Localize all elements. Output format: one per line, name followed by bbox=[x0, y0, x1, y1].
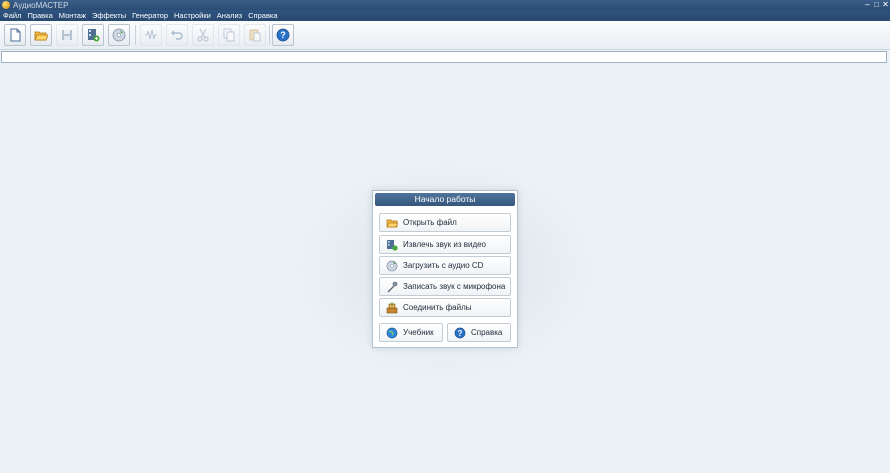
film-extract-icon bbox=[88, 29, 100, 42]
help-icon: ? bbox=[276, 28, 290, 42]
menu-effects[interactable]: Эффекты bbox=[89, 10, 129, 21]
minimize-icon[interactable]: – bbox=[863, 0, 872, 10]
menu-bar: Файл Правка Монтаж Эффекты Генератор Нас… bbox=[0, 10, 890, 21]
new-file-button[interactable] bbox=[4, 24, 26, 46]
save-button[interactable] bbox=[56, 24, 78, 46]
globe-icon bbox=[386, 327, 398, 338]
dialog-title: Начало работы bbox=[375, 193, 515, 206]
menu-edit[interactable]: Правка bbox=[24, 10, 55, 21]
extract-audio-button[interactable] bbox=[82, 24, 104, 46]
folder-icon bbox=[386, 219, 398, 227]
menu-generator[interactable]: Генератор bbox=[129, 10, 171, 21]
toolbar: ? bbox=[0, 21, 890, 50]
undo-icon bbox=[171, 30, 183, 40]
close-icon[interactable]: ✕ bbox=[881, 0, 890, 10]
menu-analysis[interactable]: Анализ bbox=[214, 10, 245, 21]
extract-from-video-button[interactable]: Извлечь звук из видео bbox=[379, 235, 511, 254]
window-title: АудиоМАСТЕР bbox=[13, 0, 69, 10]
microphone-icon bbox=[387, 281, 398, 292]
svg-text:?: ? bbox=[458, 328, 463, 337]
record-microphone-button[interactable]: Записать звук с микрофона bbox=[379, 277, 511, 296]
cut-button[interactable] bbox=[192, 24, 214, 46]
menu-file[interactable]: Файл bbox=[0, 10, 24, 21]
tutorial-button[interactable]: Учебник bbox=[379, 323, 443, 342]
scissors-icon bbox=[197, 28, 209, 42]
help-button[interactable]: ? bbox=[272, 24, 294, 46]
paste-icon bbox=[249, 29, 261, 42]
join-files-icon bbox=[386, 302, 398, 313]
load-audio-cd-button[interactable]: Загрузить с аудио CD bbox=[379, 256, 511, 275]
menu-settings[interactable]: Настройки bbox=[171, 10, 214, 21]
join-files-label: Соединить файлы bbox=[403, 303, 472, 312]
help-dialog-button[interactable]: ? Справка bbox=[447, 323, 511, 342]
menu-help[interactable]: Справка bbox=[245, 10, 280, 21]
load-audio-cd-label: Загрузить с аудио CD bbox=[403, 261, 484, 270]
cd-icon bbox=[112, 28, 126, 42]
toolbar-separator bbox=[135, 25, 136, 45]
copy-icon bbox=[223, 28, 235, 42]
start-dialog: Начало работы Открыть файл Извлечь звук … bbox=[372, 190, 518, 348]
undo-button[interactable] bbox=[166, 24, 188, 46]
record-microphone-label: Записать звук с микрофона bbox=[403, 282, 506, 291]
help-icon: ? bbox=[454, 327, 466, 338]
timeline-strip bbox=[1, 51, 887, 63]
extract-from-video-label: Извлечь звук из видео bbox=[403, 240, 487, 249]
open-file-button[interactable]: Открыть файл bbox=[379, 213, 511, 232]
save-icon bbox=[62, 30, 72, 40]
film-extract-icon bbox=[387, 239, 398, 251]
open-file-label: Открыть файл bbox=[403, 218, 457, 227]
new-document-icon bbox=[10, 28, 21, 42]
app-logo-icon bbox=[2, 1, 10, 9]
maximize-icon[interactable]: □ bbox=[872, 0, 881, 10]
copy-button[interactable] bbox=[218, 24, 240, 46]
menu-montage[interactable]: Монтаж bbox=[56, 10, 89, 21]
open-file-button[interactable] bbox=[30, 24, 52, 46]
title-bar: АудиоМАСТЕР – □ ✕ bbox=[0, 0, 890, 10]
join-files-button[interactable]: Соединить файлы bbox=[379, 298, 511, 317]
cd-icon bbox=[386, 260, 398, 271]
waveform-icon bbox=[145, 29, 157, 40]
tutorial-label: Учебник bbox=[403, 328, 434, 337]
help-label: Справка bbox=[471, 328, 503, 337]
record-button[interactable] bbox=[140, 24, 162, 46]
audio-cd-button[interactable] bbox=[108, 24, 130, 46]
svg-text:?: ? bbox=[280, 30, 286, 40]
open-folder-icon bbox=[34, 31, 48, 41]
paste-button[interactable] bbox=[244, 24, 266, 46]
toolbar-separator bbox=[269, 25, 270, 45]
